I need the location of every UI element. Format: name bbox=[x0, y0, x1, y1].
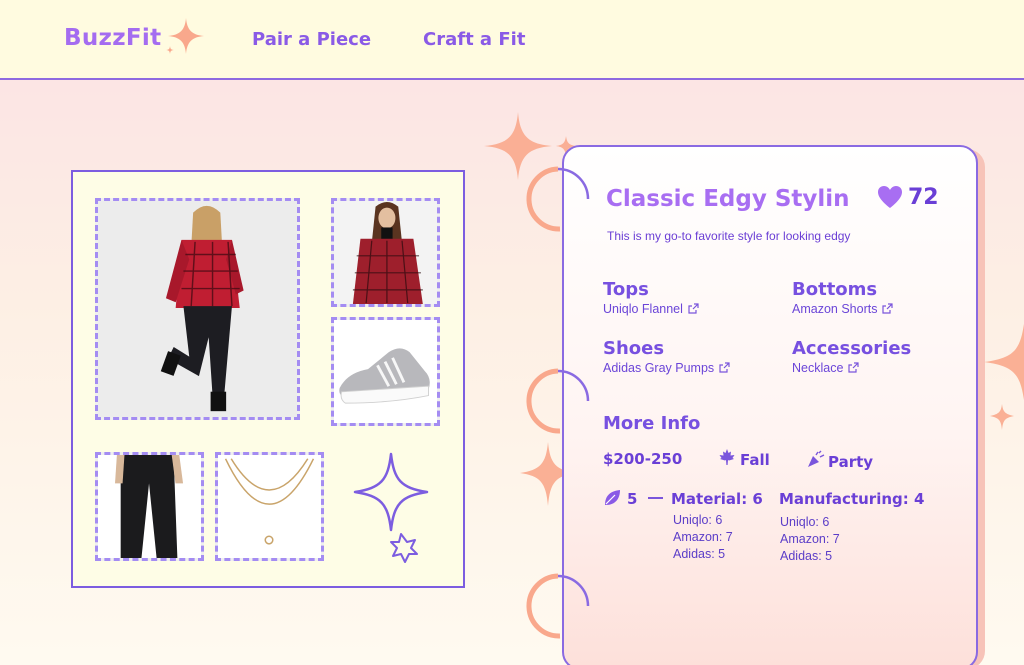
manufacturing-line: Amazon: 7 bbox=[780, 532, 840, 546]
manufacturing-line: Uniqlo: 6 bbox=[780, 515, 830, 529]
category-bottoms-label: Bottoms bbox=[792, 279, 878, 300]
material-score: Material: 6 bbox=[671, 490, 763, 508]
sparkle-outline-icon bbox=[353, 452, 429, 563]
price-range: $200-250 bbox=[603, 450, 683, 468]
bottoms-item-text: Amazon Shorts bbox=[792, 302, 878, 316]
bottoms-item-link[interactable]: Amazon Shorts bbox=[792, 302, 894, 316]
divider bbox=[648, 497, 663, 499]
nav-craft-a-fit[interactable]: Craft a Fit bbox=[423, 29, 525, 50]
party-popper-icon bbox=[808, 450, 825, 467]
shoes-item-link[interactable]: Adidas Gray Pumps bbox=[603, 361, 730, 375]
occasion-tag: Party bbox=[828, 453, 874, 471]
season-tag: Fall bbox=[740, 451, 770, 469]
binder-ring-icon bbox=[526, 166, 590, 232]
necklace-photo[interactable] bbox=[215, 452, 324, 561]
eco-score: 5 bbox=[627, 490, 638, 508]
external-link-icon bbox=[688, 303, 699, 314]
full-outfit-photo[interactable] bbox=[95, 198, 300, 420]
like-count: 72 bbox=[908, 185, 939, 210]
accessories-item-text: Necklace bbox=[792, 361, 844, 375]
manufacturing-line: Adidas: 5 bbox=[780, 549, 833, 563]
external-link-icon bbox=[882, 303, 894, 314]
outfit-detail-card bbox=[562, 145, 978, 665]
sneaker-photo[interactable] bbox=[331, 317, 440, 426]
logo[interactable]: BuzzFit bbox=[64, 25, 161, 51]
external-link-icon bbox=[848, 362, 860, 373]
top-navigation-bar: BuzzFit Pair a Piece Craft a Fit bbox=[0, 0, 1024, 80]
accessories-item-link[interactable]: Necklace bbox=[792, 361, 860, 375]
category-accessories-label: Accessories bbox=[792, 338, 912, 359]
material-line: Amazon: 7 bbox=[673, 530, 733, 544]
tops-item-text: Uniqlo Flannel bbox=[603, 302, 683, 316]
outfit-description: This is my go-to favorite style for look… bbox=[607, 229, 851, 243]
nav-pair-a-piece[interactable]: Pair a Piece bbox=[252, 29, 371, 50]
binder-ring-icon bbox=[526, 573, 590, 639]
manufacturing-score: Manufacturing: 4 bbox=[779, 490, 925, 508]
category-shoes-label: Shoes bbox=[603, 338, 665, 359]
outfit-collage bbox=[71, 170, 465, 588]
external-link-icon bbox=[719, 362, 730, 373]
leaf-icon bbox=[605, 490, 620, 505]
flannel-top-photo[interactable] bbox=[331, 198, 440, 307]
more-info-heading: More Info bbox=[603, 413, 701, 434]
binder-ring-icon bbox=[526, 368, 590, 434]
shoes-item-text: Adidas Gray Pumps bbox=[603, 361, 715, 375]
pants-photo[interactable] bbox=[95, 452, 204, 561]
outfit-title: Classic Edgy Stylin bbox=[606, 186, 850, 212]
tops-item-link[interactable]: Uniqlo Flannel bbox=[603, 302, 699, 316]
sparkle-icon bbox=[166, 18, 204, 54]
heart-icon[interactable] bbox=[877, 185, 903, 209]
category-tops-label: Tops bbox=[603, 279, 649, 300]
material-line: Uniqlo: 6 bbox=[673, 513, 723, 527]
material-line: Adidas: 5 bbox=[673, 547, 726, 561]
maple-leaf-icon bbox=[719, 449, 735, 465]
